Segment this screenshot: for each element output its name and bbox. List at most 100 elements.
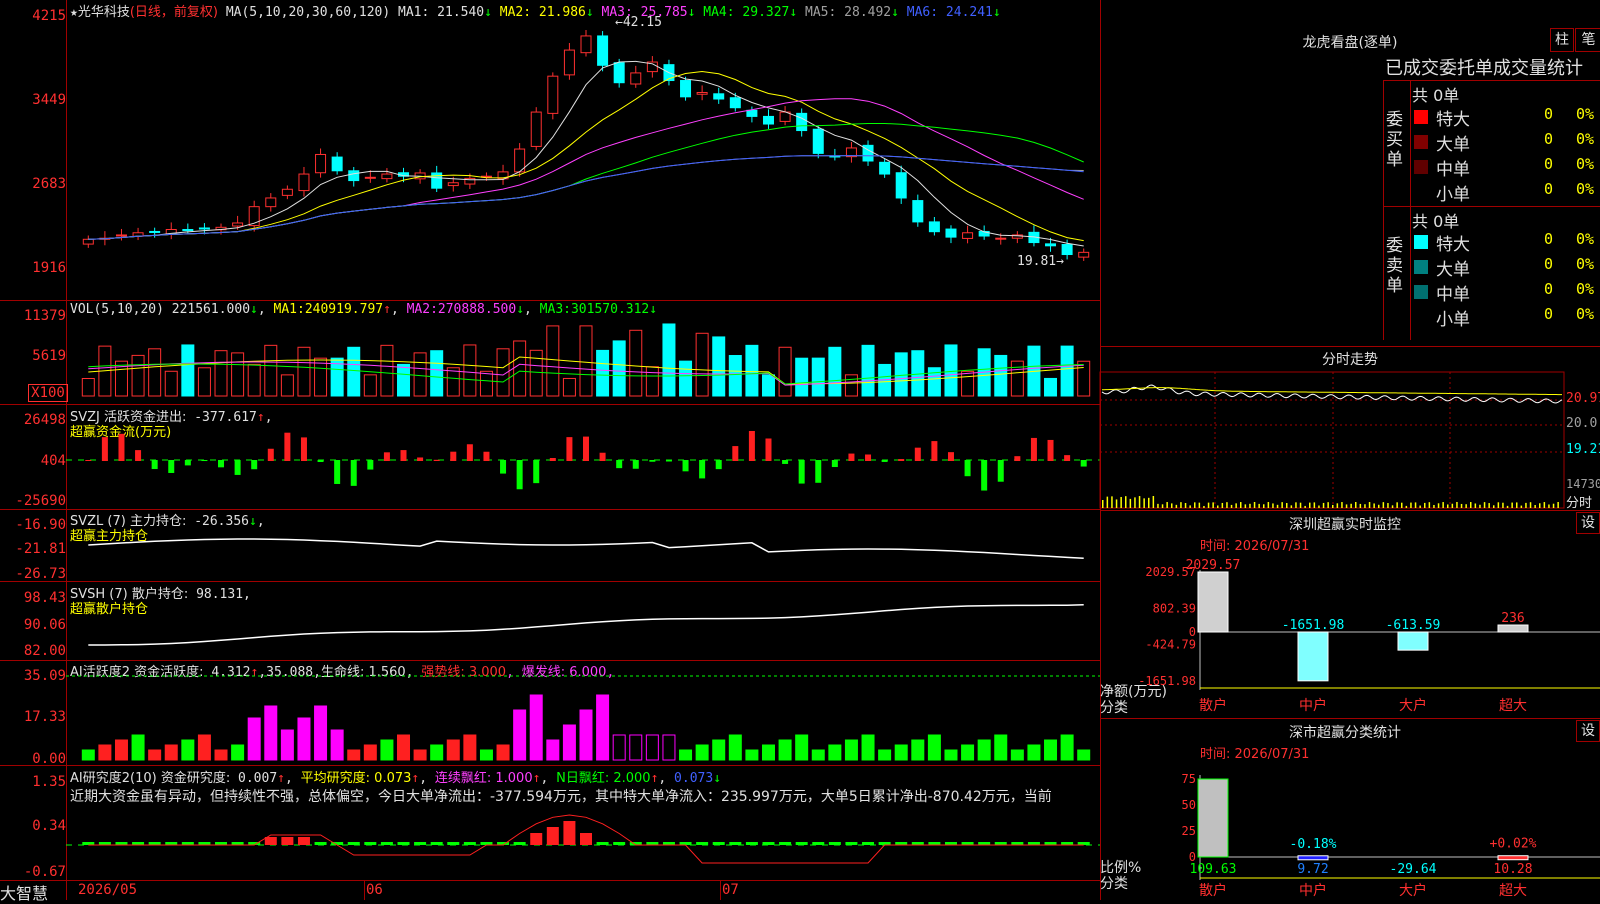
- monitor-settings-button[interactable]: 设: [1576, 512, 1600, 534]
- ai2-bar: [297, 837, 310, 845]
- classify-time: 时间: 2026/07/31: [1200, 747, 1310, 762]
- svzj-bar: [533, 460, 540, 484]
- intraday-volume-bar: [1456, 502, 1458, 508]
- ai1-bar: [844, 739, 858, 761]
- svzj-bar: [616, 460, 623, 469]
- svzj-bar: [383, 452, 390, 461]
- ai1-bar: [114, 739, 128, 761]
- intraday-volume-bar: [1299, 502, 1302, 508]
- tick-mode-button[interactable]: 笔: [1575, 28, 1600, 52]
- volume-bar: [844, 374, 858, 397]
- candle-body: [945, 228, 957, 238]
- intraday-volume-bar: [1493, 505, 1495, 508]
- ai2-bar: [712, 842, 725, 845]
- intraday-volume-bar: [1295, 502, 1297, 508]
- kline-chart-area[interactable]: [0, 0, 1100, 900]
- svzj-bar: [931, 441, 938, 461]
- ai2-bar: [397, 842, 410, 845]
- longhu-tab-title[interactable]: 已成交委托单成交量统计: [1385, 54, 1583, 80]
- order-row-label: 大单: [1436, 135, 1470, 155]
- intraday-volume-bar: [1428, 502, 1431, 508]
- volume-bar: [994, 354, 1008, 397]
- ai1-bar: [330, 729, 344, 761]
- monitor-bar: [1297, 631, 1329, 682]
- svzj-bar: [665, 460, 672, 462]
- candle-body: [1045, 243, 1057, 247]
- intraday-volume-bar: [1529, 502, 1532, 508]
- intraday-volume-bar: [1290, 505, 1293, 508]
- volume-bar: [861, 344, 875, 397]
- order-row-label: 中单: [1436, 285, 1470, 305]
- intraday-volume-bar: [1313, 502, 1316, 508]
- ai1-bar: [463, 734, 477, 761]
- svzj-bar: [400, 450, 407, 461]
- order-row-label: 中单: [1436, 160, 1470, 180]
- intraday-volume-bar: [1221, 502, 1224, 508]
- classify-settings-button[interactable]: 设: [1576, 720, 1600, 742]
- intraday-volume-bar: [1143, 498, 1145, 508]
- ai1-bar: [496, 744, 510, 761]
- volume-bar: [745, 344, 759, 397]
- ai1-bar: [977, 739, 991, 761]
- longhu-mid-line: [1383, 206, 1600, 207]
- candle-body: [597, 35, 609, 66]
- candle-body: [232, 222, 244, 227]
- svzj-bar: [1047, 439, 1054, 461]
- svzj-bar: [682, 460, 689, 472]
- volume-bar: [894, 352, 908, 397]
- monitor-top-line: [1100, 510, 1600, 511]
- svzj-bar: [350, 460, 357, 486]
- order-row-特大: 特大 0 0%: [1412, 105, 1600, 130]
- ai1-bar: [695, 744, 709, 761]
- ai2-bar: [530, 833, 543, 845]
- bar-mode-button[interactable]: 柱: [1550, 28, 1574, 52]
- monitor-cat-label: 中户: [1299, 697, 1327, 714]
- order-row-pct: 0%: [1576, 305, 1595, 323]
- intraday-volume-bar: [1184, 502, 1187, 508]
- classify-ytick: 75: [1182, 772, 1196, 786]
- volume-bar: [81, 378, 95, 397]
- ai2-bar: [729, 842, 742, 845]
- intraday-volume-bar: [1125, 496, 1127, 508]
- legend-swatch: [1414, 260, 1428, 274]
- ai1-bar: [81, 749, 95, 761]
- ai1-bar: [231, 744, 245, 761]
- intraday-ytick-3: 14730: [1566, 477, 1600, 491]
- svzj-bar: [1030, 437, 1037, 461]
- ai1-bar: [164, 744, 178, 761]
- intraday-volume-bar: [1341, 502, 1343, 508]
- volume-bar: [264, 344, 278, 397]
- candle-body: [447, 182, 459, 187]
- ai2-bar: [862, 842, 875, 845]
- candle-body: [198, 227, 210, 230]
- ai1-bar: [629, 734, 643, 761]
- volume-bar: [529, 349, 543, 397]
- svzj-bar: [914, 447, 921, 461]
- intraday-volume-bar: [1230, 504, 1233, 508]
- legend-swatch: [1414, 235, 1428, 249]
- ai1-bar: [513, 709, 527, 761]
- classify-bar: [1497, 855, 1529, 861]
- svzj-bar: [135, 450, 142, 461]
- intraday-ytick-0: 20.97: [1566, 391, 1600, 406]
- intraday-volume-bar: [1433, 504, 1435, 508]
- ai1-bar: [247, 717, 261, 761]
- monitor-ytick: -424.79: [1145, 638, 1196, 652]
- ai1-bar: [562, 724, 576, 761]
- candle-body: [696, 91, 708, 95]
- classify-bar: [1297, 855, 1329, 861]
- intraday-volume-bar: [1217, 505, 1219, 508]
- candle-body: [895, 172, 907, 199]
- svzj-bar: [865, 454, 872, 461]
- candle-body: [381, 173, 393, 180]
- ai1-bar: [280, 729, 294, 761]
- volume-bar: [795, 357, 809, 397]
- intraday-volume-bar: [1451, 503, 1454, 508]
- intraday-volume-bar: [1138, 496, 1141, 508]
- ai2-bar: [347, 842, 360, 845]
- intraday-volume-bar: [1368, 502, 1371, 508]
- intraday-frame: [1099, 371, 1565, 509]
- intraday-volume-bar: [1345, 504, 1348, 508]
- intraday-volume-bar: [1465, 504, 1467, 508]
- volume-bar: [164, 370, 178, 397]
